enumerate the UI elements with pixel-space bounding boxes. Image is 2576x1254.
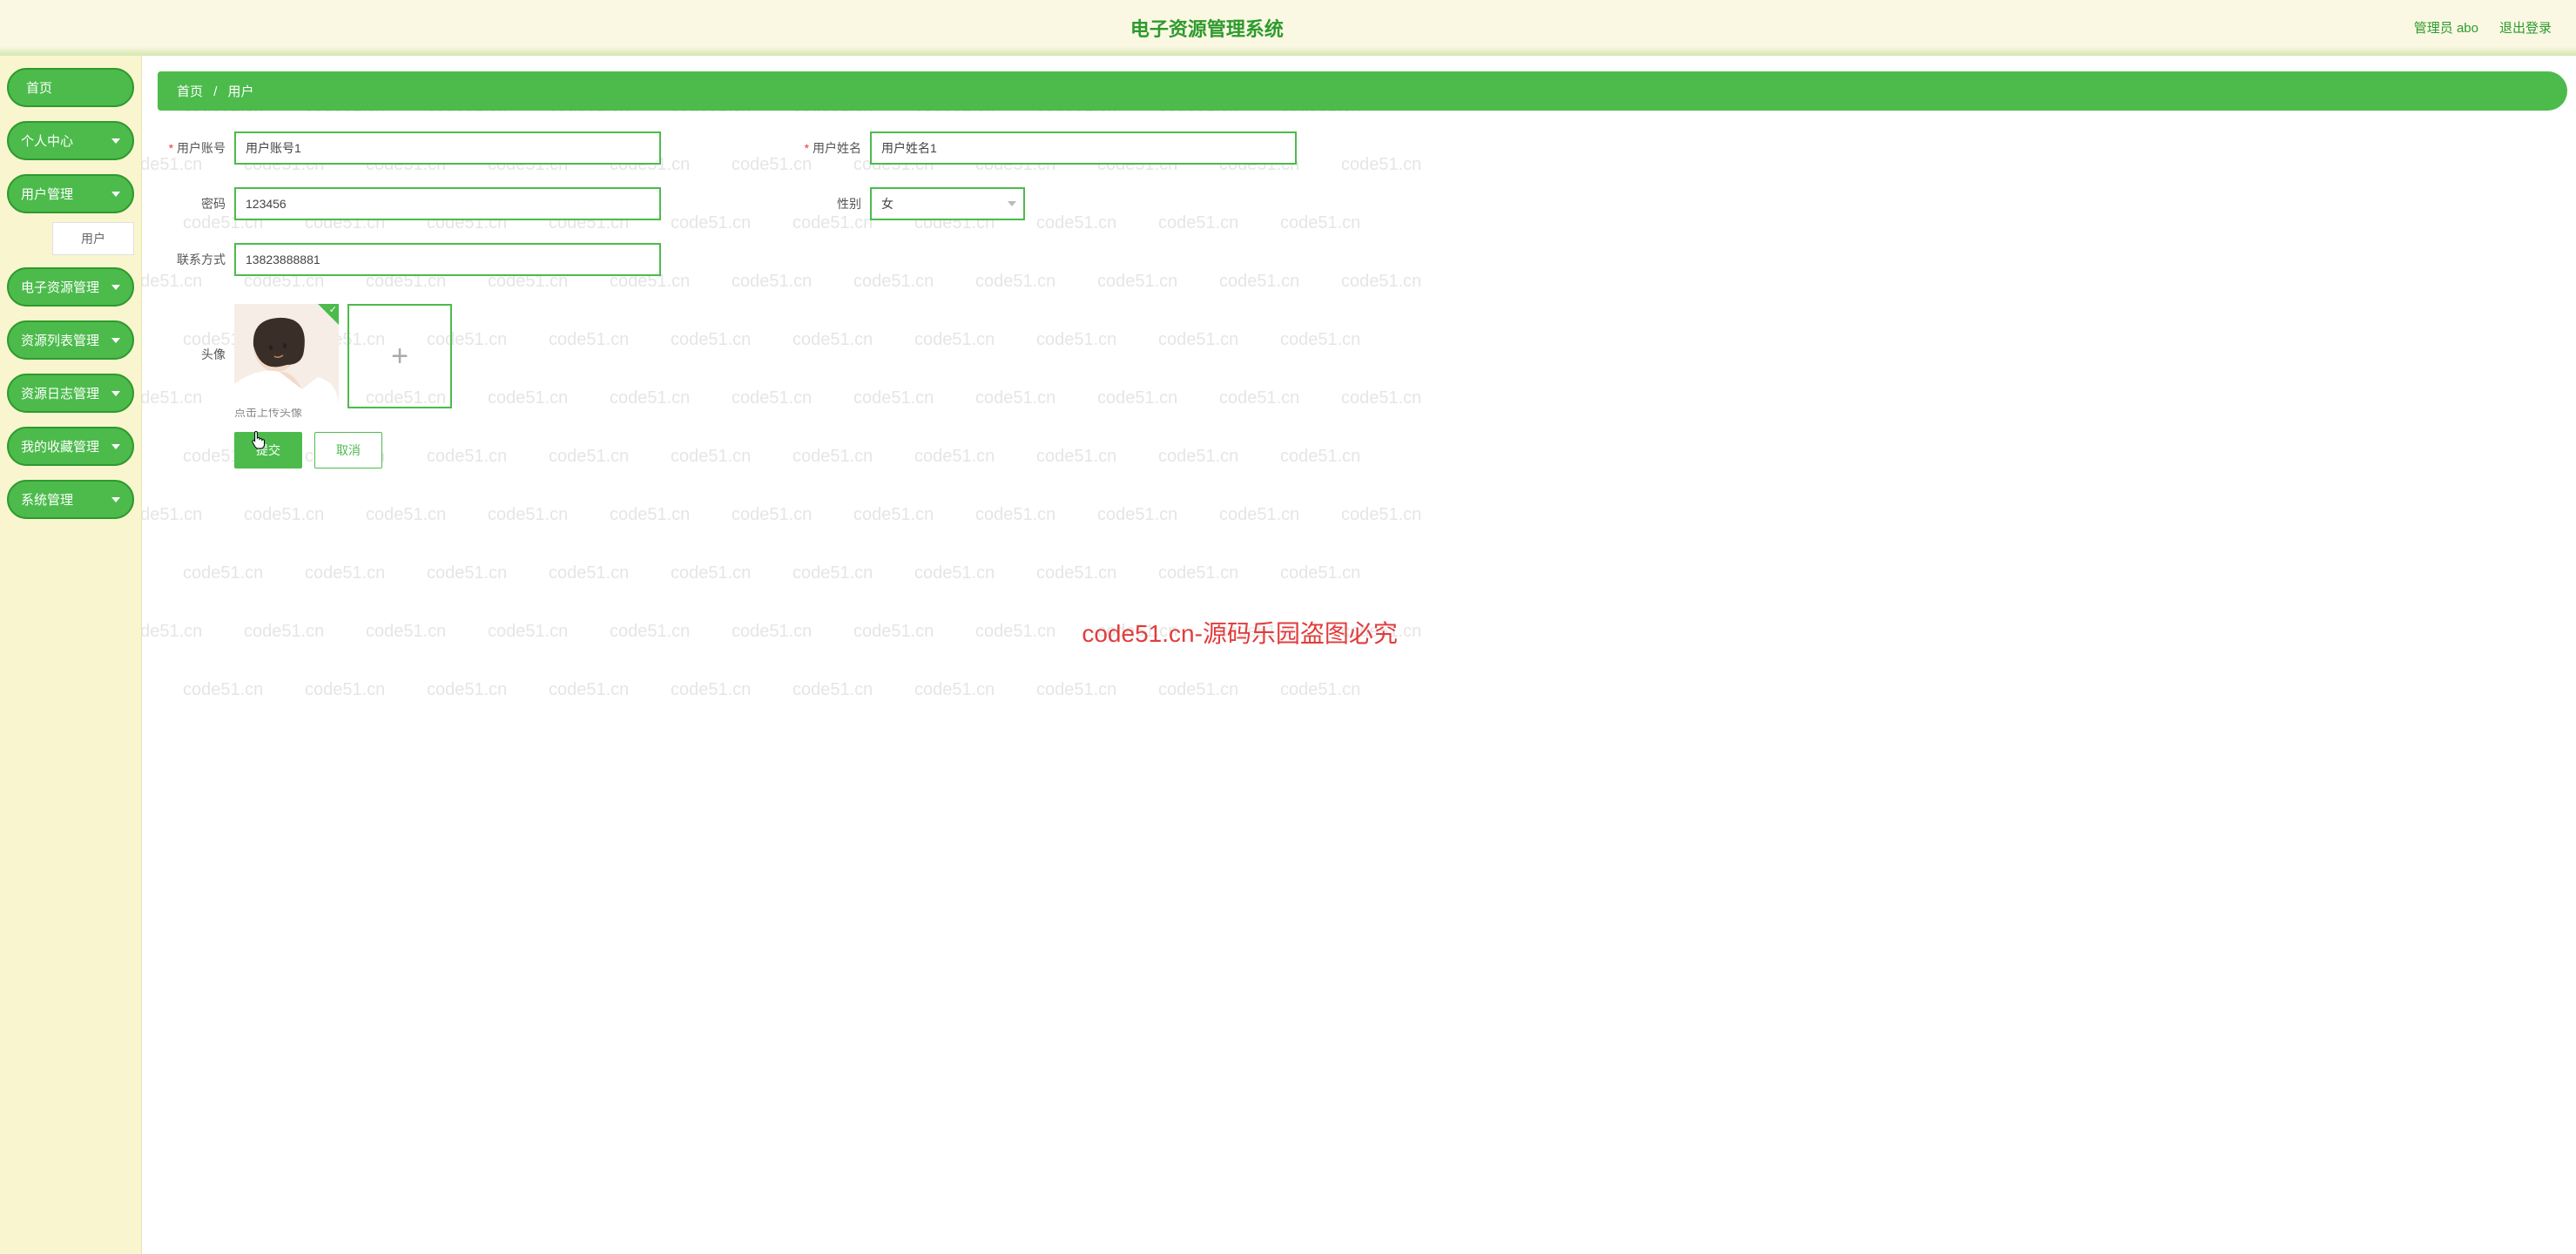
- upload-avatar-button[interactable]: +: [347, 304, 452, 408]
- name-input[interactable]: [870, 131, 1297, 165]
- sidebar-item-favorites[interactable]: 我的收藏管理: [7, 427, 134, 466]
- label-password: 密码: [158, 195, 226, 212]
- sidebar-item-resource-manage[interactable]: 电子资源管理: [7, 267, 134, 307]
- sidebar-subitem-user[interactable]: 用户: [52, 222, 134, 255]
- chevron-down-icon: [111, 285, 120, 290]
- phone-input[interactable]: [234, 243, 661, 276]
- sidebar-item-system[interactable]: 系统管理: [7, 480, 134, 519]
- label-account: 用户账号: [158, 139, 226, 157]
- password-input[interactable]: [234, 187, 661, 220]
- submit-button[interactable]: 提交: [234, 432, 302, 469]
- chevron-down-icon: [111, 391, 120, 396]
- chevron-down-icon: [111, 497, 120, 502]
- header: 电子资源管理系统 管理员 abo 退出登录: [0, 0, 2576, 56]
- breadcrumb-home[interactable]: 首页: [177, 84, 203, 99]
- check-icon: [318, 304, 339, 325]
- sidebar-item-label: 我的收藏管理: [21, 437, 99, 455]
- cancel-button[interactable]: 取消: [314, 432, 382, 469]
- sidebar-item-user-manage[interactable]: 用户管理: [7, 174, 134, 213]
- header-right: 管理员 abo 退出登录: [2414, 18, 2576, 37]
- plus-icon: +: [391, 340, 408, 374]
- chevron-down-icon: [111, 444, 120, 449]
- breadcrumb-current: 用户: [228, 84, 254, 99]
- app-title: 电子资源管理系统: [0, 14, 2414, 42]
- chevron-down-icon: [111, 138, 120, 144]
- sidebar-item-label: 系统管理: [21, 490, 73, 509]
- account-input[interactable]: [234, 131, 661, 165]
- sidebar-item-label: 电子资源管理: [21, 278, 99, 296]
- sidebar: 首页 个人中心 用户管理 用户 电子资源管理 资源列表管理 资源日志管理 我的收…: [0, 56, 142, 1254]
- sidebar-item-resource-list[interactable]: 资源列表管理: [7, 320, 134, 360]
- sidebar-item-label: 资源日志管理: [21, 384, 99, 402]
- chevron-down-icon: [111, 192, 120, 197]
- logout-link[interactable]: 退出登录: [2499, 18, 2552, 37]
- chevron-down-icon: [111, 338, 120, 343]
- sidebar-item-label: 资源列表管理: [21, 331, 99, 349]
- current-user-link[interactable]: 管理员 abo: [2414, 18, 2478, 37]
- label-name: 用户姓名: [793, 139, 861, 157]
- avatar-thumbnail[interactable]: [234, 304, 339, 408]
- label-avatar: 头像: [158, 346, 226, 363]
- sidebar-item-label: 首页: [26, 78, 52, 97]
- sidebar-item-personal[interactable]: 个人中心: [7, 121, 134, 160]
- sidebar-item-label: 个人中心: [21, 131, 73, 150]
- sidebar-item-resource-log[interactable]: 资源日志管理: [7, 374, 134, 413]
- breadcrumb-sep: /: [213, 84, 217, 99]
- label-phone: 联系方式: [158, 251, 226, 268]
- label-gender: 性别: [793, 195, 861, 212]
- main-content: 首页 / 用户 用户账号 用户姓名 密码 性别: [142, 56, 2576, 1254]
- breadcrumb: 首页 / 用户: [158, 71, 2567, 111]
- gender-select[interactable]: [870, 187, 1025, 220]
- sidebar-item-home[interactable]: 首页: [7, 68, 134, 107]
- sidebar-item-label: 用户管理: [21, 185, 73, 203]
